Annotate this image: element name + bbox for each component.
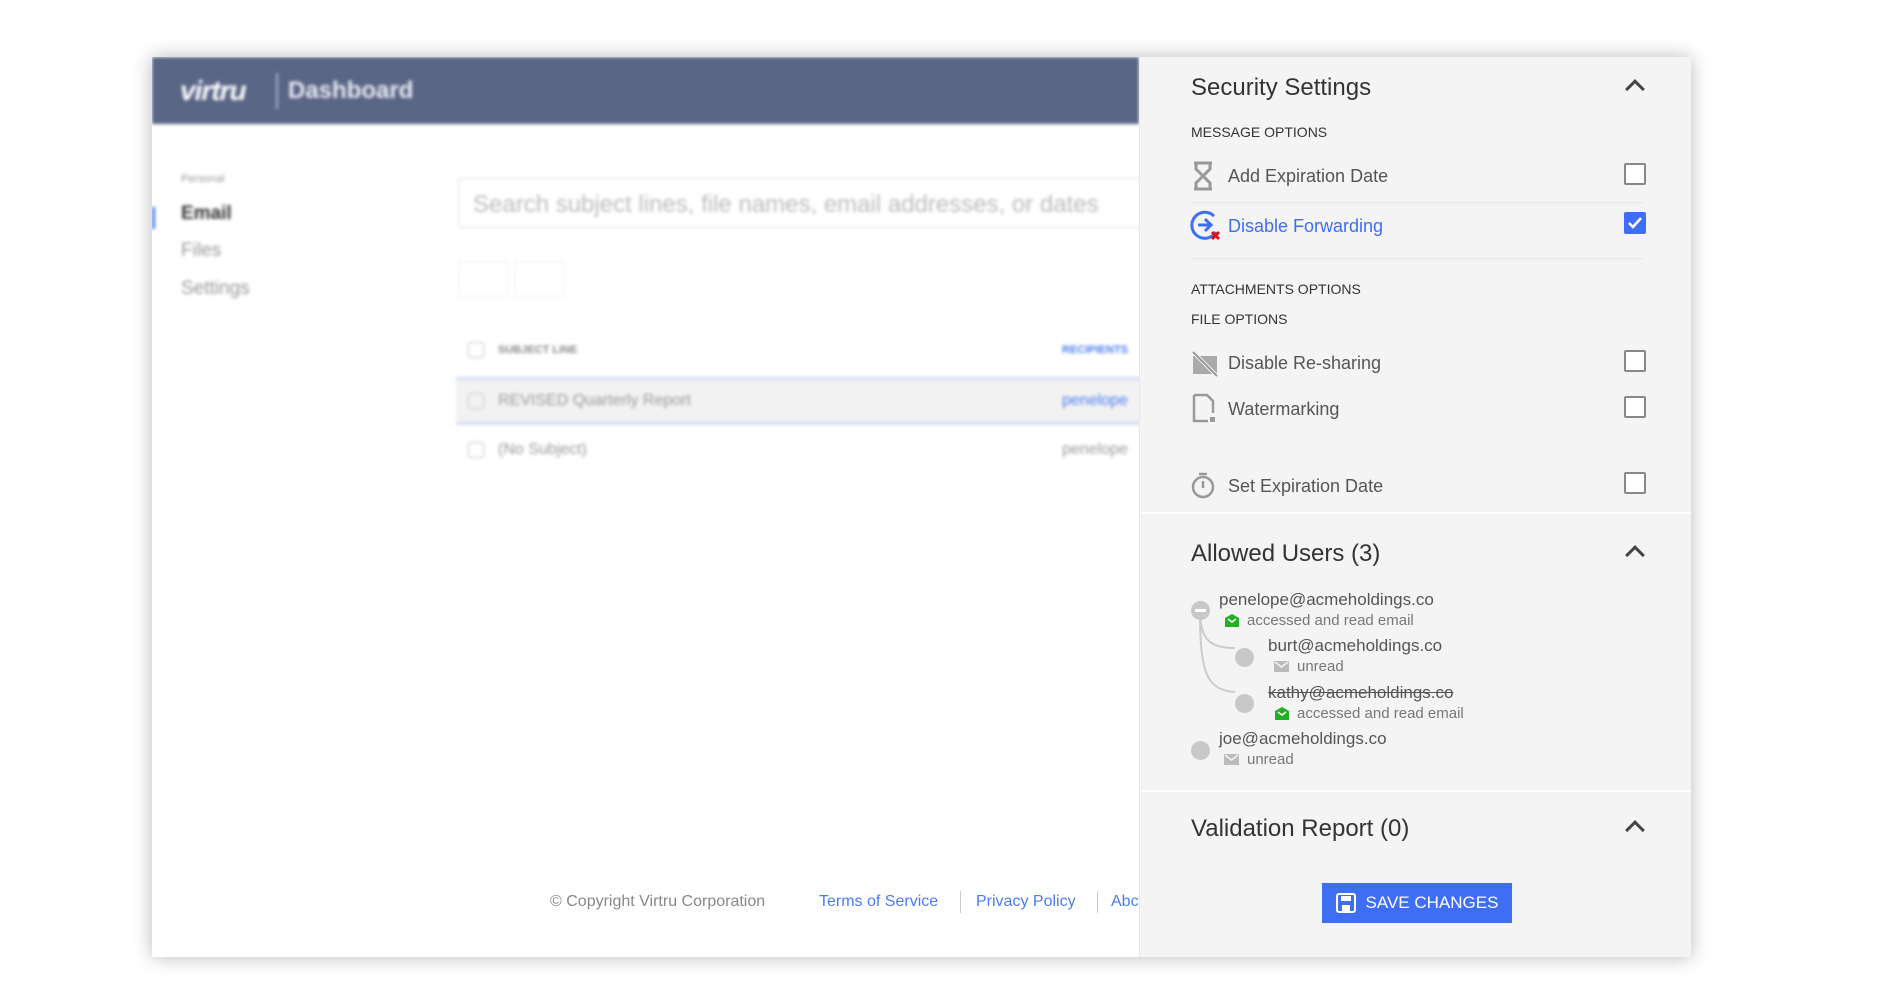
header-title: Dashboard bbox=[288, 77, 414, 104]
user-status: accessed and read email bbox=[1247, 612, 1414, 629]
unread-envelope-icon bbox=[1224, 754, 1239, 765]
app-window: virtru Dashboard Personal Email Files Se… bbox=[152, 57, 1691, 957]
option-label: Set Expiration Date bbox=[1228, 476, 1384, 496]
save-label: SAVE CHANGES bbox=[1365, 893, 1499, 912]
active-indicator bbox=[152, 207, 155, 229]
divider bbox=[1191, 258, 1644, 259]
view-button[interactable] bbox=[458, 261, 508, 297]
read-envelope-icon bbox=[1275, 707, 1289, 720]
row-recipient: penelope bbox=[1062, 441, 1128, 458]
user-dot bbox=[1191, 741, 1210, 760]
sidebar-item-email[interactable]: Email bbox=[181, 203, 232, 225]
security-settings-title: Security Settings bbox=[1191, 74, 1372, 101]
copyright: © Copyright Virtru Corporation bbox=[550, 893, 766, 910]
table-row[interactable]: (No Subject) penelope bbox=[456, 429, 1156, 477]
option-label: Watermarking bbox=[1228, 399, 1340, 419]
option-label: Disable Forwarding bbox=[1228, 216, 1384, 236]
chevron-up-icon[interactable] bbox=[1625, 79, 1645, 99]
security-panel: Security Settings MESSAGE OPTIONS Add Ex… bbox=[1139, 57, 1691, 957]
row-subject: REVISED Quarterly Report bbox=[498, 392, 691, 409]
sidebar-item-settings[interactable]: Settings bbox=[181, 278, 250, 300]
row-checkbox[interactable] bbox=[468, 393, 484, 409]
divider bbox=[1191, 202, 1644, 203]
watermark-file-icon bbox=[1192, 393, 1215, 423]
user-status: unread bbox=[1247, 751, 1294, 768]
select-all-checkbox[interactable] bbox=[468, 342, 484, 358]
validation-report-title: Validation Report (0) bbox=[1191, 815, 1410, 842]
top-header: virtru Dashboard bbox=[152, 57, 1139, 124]
about-link[interactable]: Abc bbox=[1111, 893, 1139, 911]
read-envelope-icon bbox=[1225, 614, 1239, 627]
virtru-logo: virtru bbox=[180, 75, 247, 106]
user-email: penelope@acmeholdings.co bbox=[1219, 590, 1434, 609]
row-checkbox[interactable] bbox=[468, 442, 484, 458]
column-recipients[interactable]: RECIPIENTS bbox=[1062, 344, 1128, 356]
row-subject: (No Subject) bbox=[498, 441, 587, 458]
search-input[interactable]: Search subject lines, file names, email … bbox=[458, 178, 1158, 228]
footer-divider bbox=[1097, 891, 1098, 913]
dashboard-background: virtru Dashboard Personal Email Files Se… bbox=[152, 57, 1158, 957]
sidebar-section-label: Personal bbox=[181, 173, 225, 185]
sidebar-item-files[interactable]: Files bbox=[181, 240, 221, 262]
section-divider bbox=[1140, 512, 1691, 514]
stopwatch-icon bbox=[1191, 472, 1215, 499]
chevron-up-icon[interactable] bbox=[1625, 820, 1645, 840]
footer-divider bbox=[960, 891, 961, 913]
allowed-users-title: Allowed Users (3) bbox=[1191, 540, 1381, 567]
user-dot bbox=[1235, 648, 1254, 667]
unread-envelope-icon bbox=[1274, 661, 1289, 672]
disable-resharing-checkbox[interactable] bbox=[1624, 350, 1646, 372]
terms-link[interactable]: Terms of Service bbox=[819, 893, 938, 911]
user-email: joe@acmeholdings.co bbox=[1219, 729, 1387, 748]
hourglass-icon bbox=[1194, 161, 1212, 191]
save-icon bbox=[1335, 893, 1356, 913]
save-changes-button[interactable]: SAVE CHANGES bbox=[1322, 883, 1512, 923]
column-subject[interactable]: SUBJECT LINE bbox=[498, 344, 577, 356]
row-recipient: penelope bbox=[1062, 392, 1128, 409]
attachments-options-label: ATTACHMENTS OPTIONS bbox=[1191, 281, 1361, 297]
file-options-label: FILE OPTIONS bbox=[1191, 311, 1288, 327]
check-icon bbox=[1628, 217, 1642, 229]
watermarking-checkbox[interactable] bbox=[1624, 396, 1646, 418]
add-expiration-checkbox[interactable] bbox=[1624, 163, 1646, 185]
option-label: Add Expiration Date bbox=[1228, 166, 1389, 186]
collapse-icon[interactable] bbox=[1191, 601, 1210, 620]
user-status: unread bbox=[1297, 658, 1344, 675]
user-email-revoked: kathy@acmeholdings.co bbox=[1268, 683, 1454, 702]
user-status: accessed and read email bbox=[1297, 705, 1464, 722]
option-label: Disable Re-sharing bbox=[1228, 353, 1382, 373]
message-options-label: MESSAGE OPTIONS bbox=[1191, 124, 1328, 140]
no-share-icon bbox=[1191, 350, 1219, 378]
section-divider bbox=[1140, 790, 1691, 792]
refresh-button[interactable] bbox=[514, 261, 564, 297]
disable-forwarding-checkbox[interactable] bbox=[1624, 212, 1646, 234]
disable-forward-icon bbox=[1190, 210, 1221, 241]
table-row[interactable]: REVISED Quarterly Report penelope bbox=[456, 377, 1156, 425]
privacy-link[interactable]: Privacy Policy bbox=[976, 893, 1076, 911]
user-email: burt@acmeholdings.co bbox=[1268, 636, 1443, 655]
set-expiration-checkbox[interactable] bbox=[1624, 472, 1646, 494]
chevron-up-icon[interactable] bbox=[1625, 545, 1645, 565]
logo-divider bbox=[276, 73, 278, 109]
user-dot bbox=[1235, 694, 1254, 713]
